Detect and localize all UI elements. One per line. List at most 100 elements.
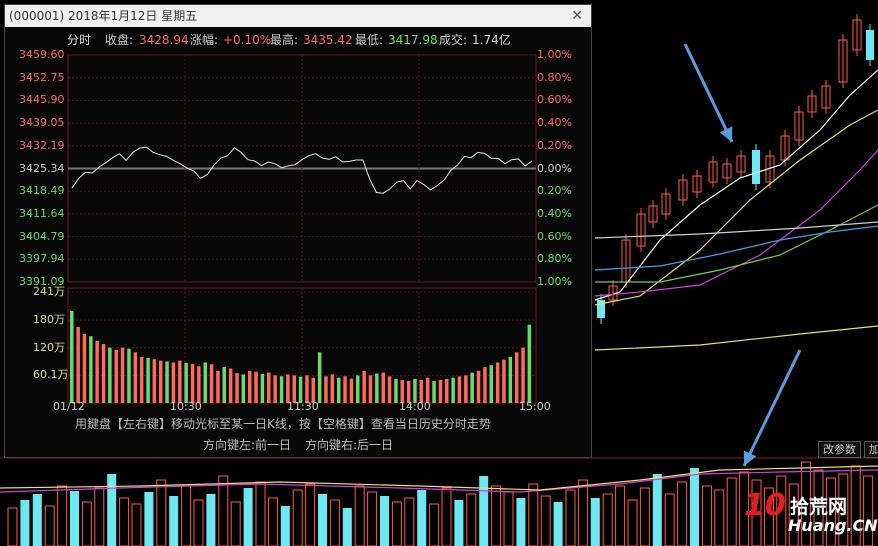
intraday-volume-bar	[502, 359, 506, 403]
intraday-volume-bar	[476, 370, 481, 403]
intraday-volume-bar	[146, 357, 150, 403]
daily-volume-bar	[652, 474, 662, 546]
daily-volume-bar	[57, 485, 68, 546]
intraday-volume-bar	[279, 376, 284, 403]
intraday-volume-bar	[356, 375, 360, 403]
time-tick-label: 10:30	[170, 400, 202, 413]
intraday-volume-bar	[254, 371, 258, 403]
watermark-number: 10	[744, 488, 786, 523]
daily-volume-bar	[81, 501, 92, 546]
watermark-brand: 拾荒网	[790, 496, 848, 518]
price-tick-label: 3397.94	[19, 252, 65, 266]
candle-body	[866, 30, 874, 60]
daily-volume-bar	[144, 492, 154, 546]
price-tick-label: 3432.19	[19, 138, 65, 152]
daily-volume-bar	[503, 491, 514, 546]
daily-volume-bar	[479, 476, 489, 546]
intraday-volume-bar	[114, 350, 118, 403]
intraday-volume-bar	[222, 367, 226, 403]
price-tick-label: 3445.90	[19, 93, 65, 107]
add-indicator-button[interactable]: 加	[864, 441, 878, 458]
price-tick-label: 3411.64	[19, 206, 65, 220]
intraday-volume-bar	[101, 344, 106, 403]
intraday-volume-bar	[267, 372, 271, 403]
annotation-arrow	[742, 349, 802, 467]
intraday-volume-bar	[260, 374, 265, 403]
daily-volume-bar	[255, 481, 266, 546]
high-value: 3435.42	[303, 33, 353, 47]
intraday-volume-bar	[228, 368, 233, 403]
daily-volume-bar	[516, 498, 526, 546]
close-value: 3428.94	[139, 33, 189, 47]
change-params-button[interactable]: 改参数	[818, 441, 861, 458]
intraday-volume-bar	[248, 370, 252, 403]
keyboard-hint: 用鍵盘【左右键】移动光标至某一日K线，按【空格键】查看当日历史分时走势	[75, 417, 491, 431]
intraday-volume-bar	[464, 375, 468, 403]
daily-volume-bar	[664, 493, 675, 546]
daily-volume-bar	[230, 501, 241, 546]
annotation-arrow	[683, 43, 734, 143]
intraday-volume-bar	[76, 327, 80, 403]
intraday-volume-bar	[330, 374, 335, 403]
intraday-volume-bar	[89, 336, 93, 403]
daily-volume-bar	[44, 505, 55, 546]
daily-volume-bar	[528, 483, 539, 546]
intraday-volume-bar	[273, 375, 277, 403]
time-tick-label: 15:00	[519, 400, 551, 413]
daily-volume-bar	[380, 496, 389, 546]
daily-volume-bar	[466, 493, 477, 546]
close-icon[interactable]: ✕	[571, 5, 583, 27]
intraday-volume-bar	[445, 379, 449, 403]
daily-volume-bar	[491, 485, 502, 546]
daily-volume-bar	[292, 489, 303, 546]
intraday-chart[interactable]	[5, 27, 591, 457]
daily-volume-bar	[714, 489, 725, 546]
intraday-volume-bar	[286, 374, 290, 403]
daily-volume-bar	[726, 477, 737, 546]
low-value: 3417.98	[388, 33, 438, 47]
intraday-volume-bar	[495, 362, 500, 403]
daily-volume-bar	[243, 488, 253, 546]
daily-volume-bar	[181, 485, 192, 546]
intraday-volume-bar	[381, 372, 385, 403]
daily-volume-bar	[701, 485, 712, 546]
percent-tick-label: 0.60%	[537, 229, 572, 243]
percent-tick-label: 0.20%	[537, 184, 572, 198]
intraday-volume-bar	[203, 362, 207, 403]
intraday-volume-bar	[470, 372, 474, 403]
intraday-volume-bar	[152, 359, 157, 403]
moving-average-line	[594, 109, 878, 306]
intraday-volume-bar	[133, 352, 138, 403]
daily-volume-bar	[94, 487, 105, 546]
intraday-volume-bar	[120, 347, 125, 403]
price-line	[71, 146, 533, 194]
intraday-volume-bar	[375, 373, 379, 403]
change-label: 涨幅:	[190, 33, 219, 47]
volume-value: 1.74亿	[472, 33, 511, 47]
daily-volume-bar	[70, 491, 79, 546]
daily-volume-bar	[565, 489, 576, 546]
daily-volume-bar	[577, 479, 588, 546]
intraday-volume-bar	[209, 364, 214, 403]
intraday-volume-bar	[82, 333, 87, 403]
daily-volume-bar	[367, 491, 378, 546]
volume-tick-label: 60.1万	[33, 368, 69, 382]
price-tick-label: 3418.49	[19, 184, 65, 198]
daily-volume-bar	[429, 503, 440, 546]
left-key-hint: 方向键左:前一日	[203, 438, 292, 452]
daily-volume-bar	[540, 495, 551, 546]
daily-volume-bar	[342, 508, 352, 546]
watermark-domain: Huang.CN	[788, 516, 878, 535]
percent-tick-label: 0.20%	[537, 138, 572, 152]
intraday-volume-bar	[432, 380, 436, 403]
intraday-volume-bar	[394, 379, 398, 403]
intraday-volume-bar	[159, 360, 163, 403]
popup-title: (000001) 2018年1月12日 星期五	[9, 9, 198, 23]
daily-volume-bar	[218, 475, 229, 546]
volume-label: 成交:	[439, 33, 468, 47]
daily-volume-bar	[156, 479, 167, 546]
price-tick-label: 3459.60	[19, 48, 65, 61]
volume-tick-label: 180万	[33, 313, 65, 327]
daily-volume-bar	[639, 487, 650, 546]
intraday-volume-bar	[521, 347, 525, 403]
